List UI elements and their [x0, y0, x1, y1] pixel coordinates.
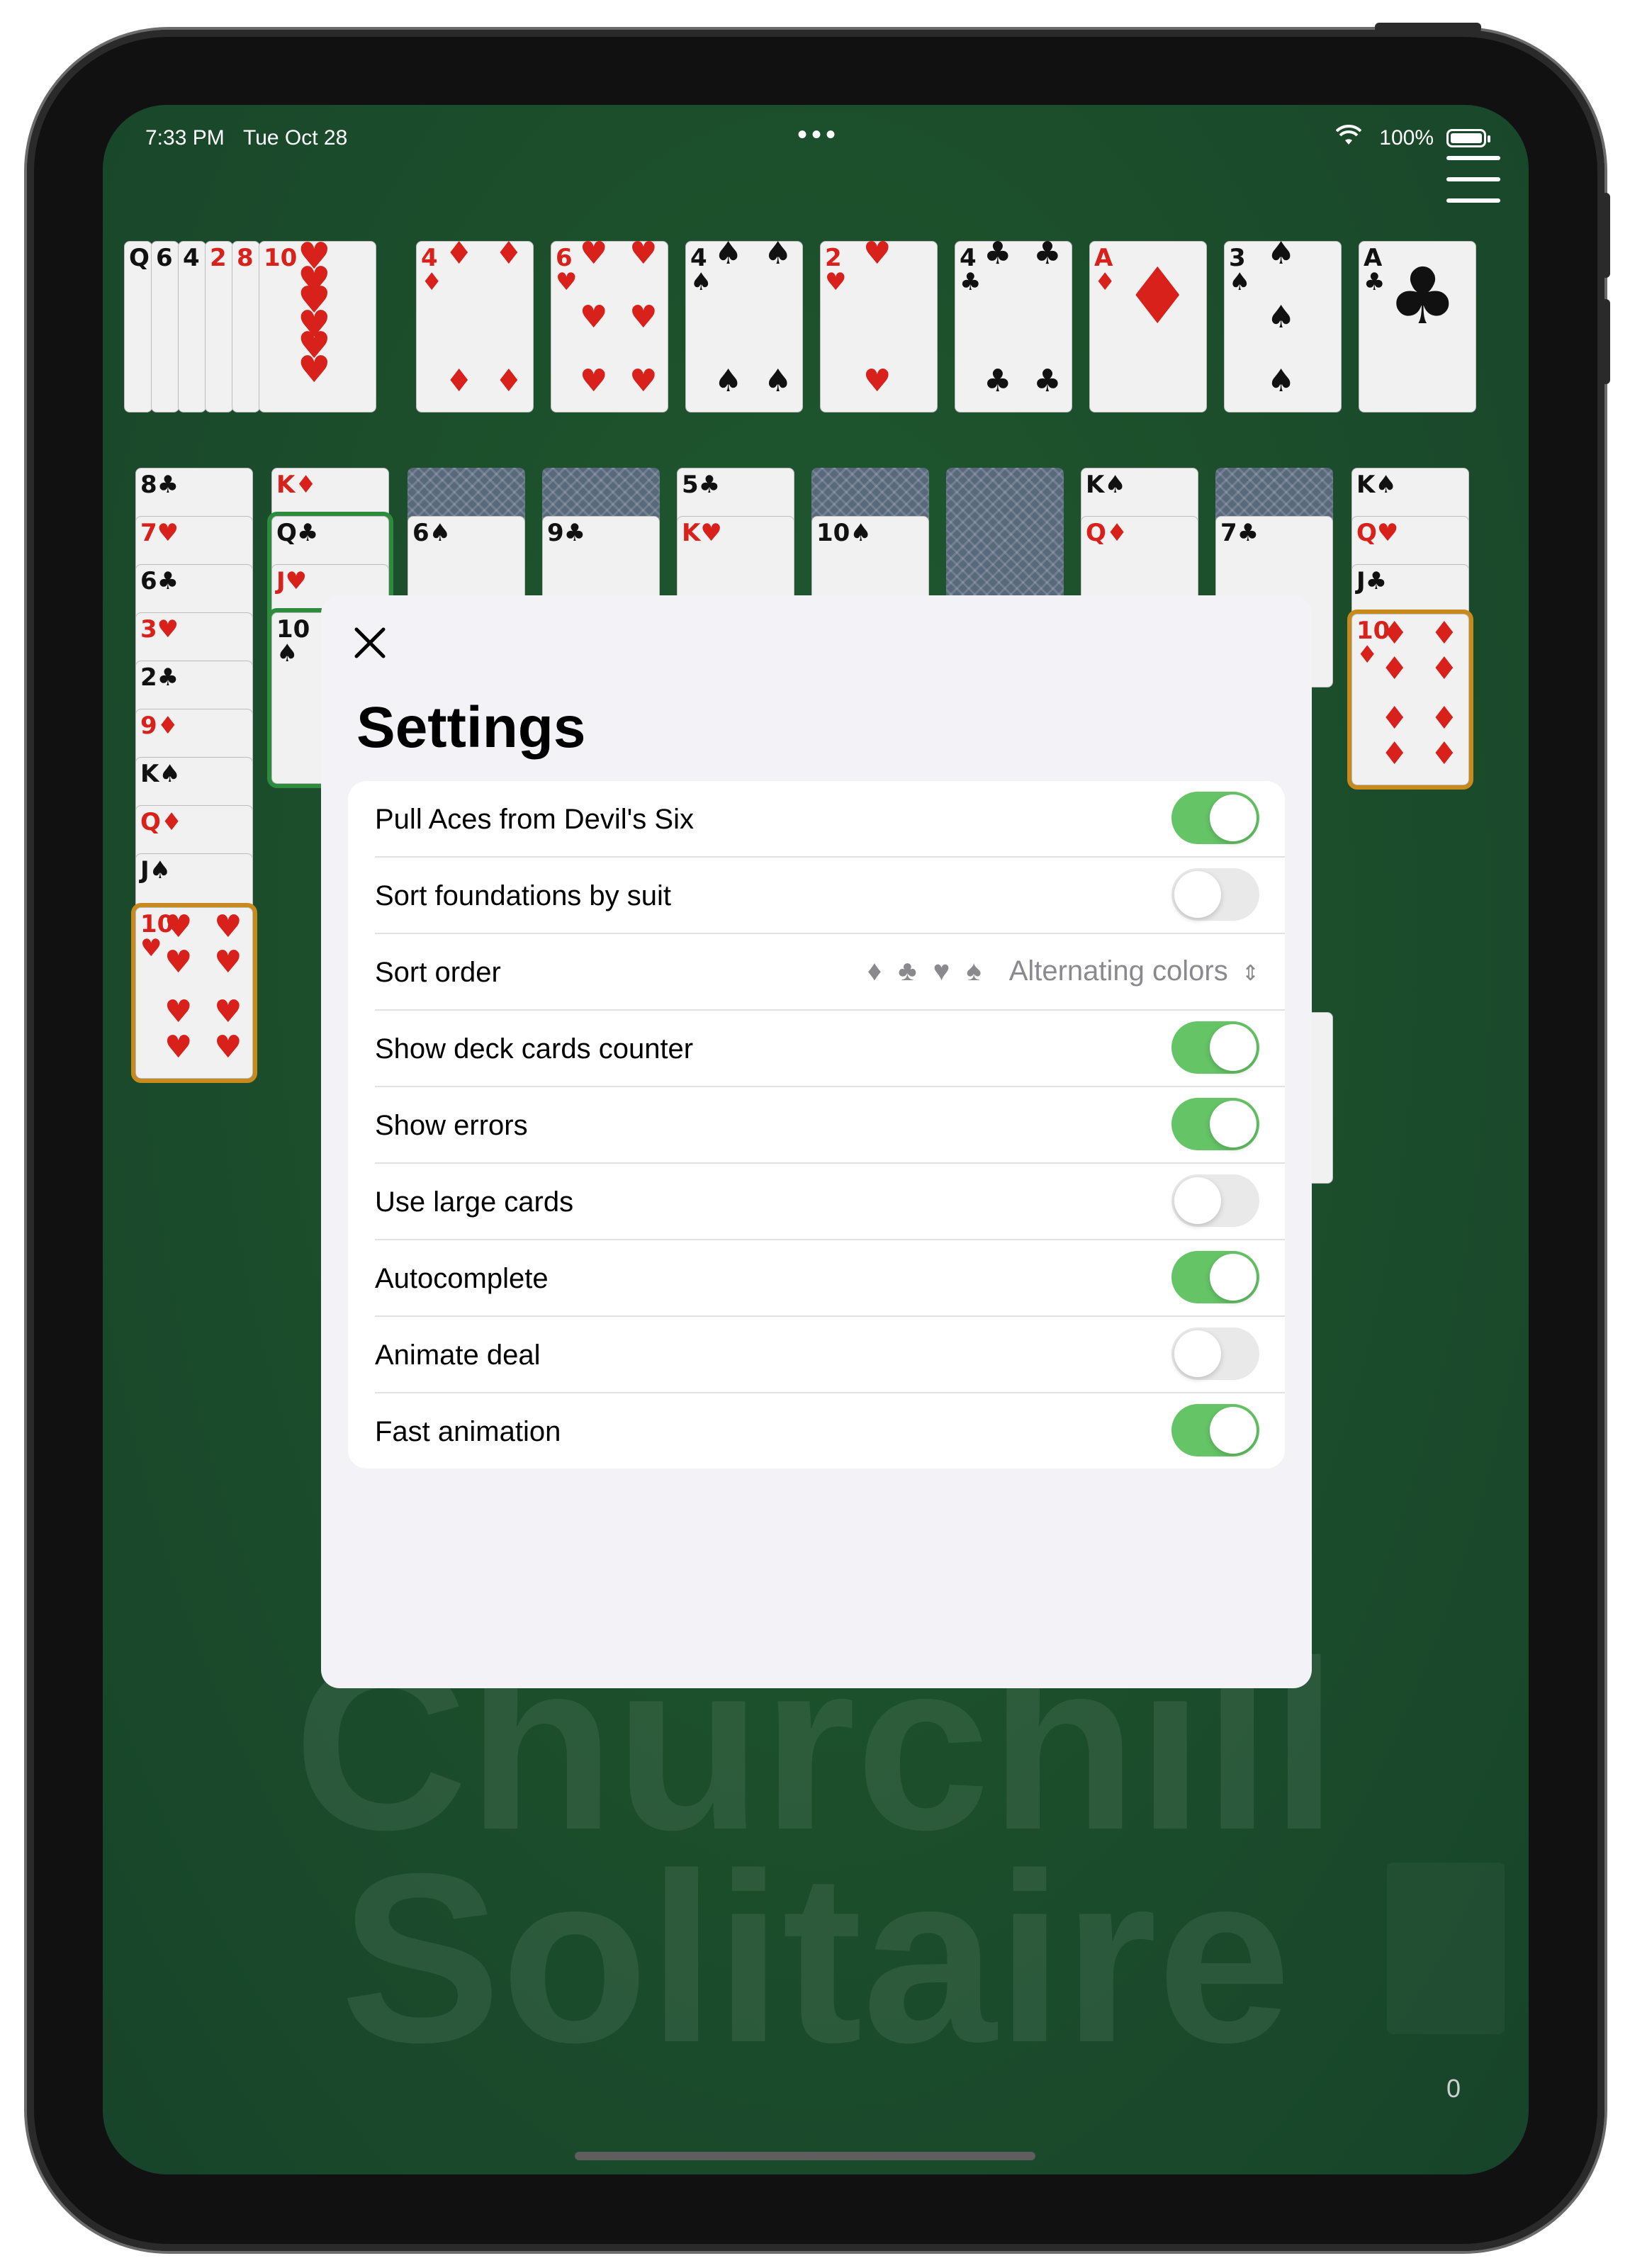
setting-label: Pull Aces from Devil's Six [375, 804, 694, 835]
deck-slot[interactable] [1387, 1863, 1505, 2034]
settings-title: Settings [356, 695, 586, 760]
devils-six-card: Q [124, 241, 152, 412]
sort-foundations-toggle[interactable] [1171, 868, 1259, 921]
foundation-card[interactable]: A ♦ ♦ [1089, 241, 1207, 412]
top-button [1375, 23, 1481, 33]
large-cards-toggle[interactable] [1171, 1174, 1259, 1227]
setting-row-large-cards[interactable]: Use large cards [375, 1164, 1285, 1240]
setting-row-sort-foundations[interactable]: Sort foundations by suit [375, 858, 1285, 934]
multitasking-dots-icon[interactable]: ••• [797, 119, 840, 151]
setting-label: Use large cards [375, 1186, 574, 1218]
foundation-card[interactable]: 4 ♣ ♣ ♣ ♣ ♣ [955, 238, 1072, 412]
animate-deal-toggle[interactable] [1171, 1327, 1259, 1380]
deck-counter-toggle[interactable] [1171, 1021, 1259, 1074]
status-time: 7:33 PM [145, 126, 225, 150]
setting-row-show-errors[interactable]: Show errors [375, 1087, 1285, 1164]
devils-six-card: 6 [151, 241, 179, 412]
close-icon[interactable] [352, 625, 388, 661]
volume-down-button [1602, 299, 1610, 384]
devils-six-card: 2 [205, 241, 233, 412]
pull-aces-toggle[interactable] [1171, 792, 1259, 844]
setting-row-deck-counter[interactable]: Show deck cards counter [375, 1011, 1285, 1087]
devils-six-card: 4 [178, 241, 206, 412]
setting-label: Show errors [375, 1110, 528, 1141]
setting-label: Fast animation [375, 1416, 561, 1447]
foundation-card[interactable]: 2 ♥ ♥ ♥ [820, 238, 938, 412]
tableau-card-selected[interactable]: 10 ♦ ♦ ♦ ♦ ♦ ♦ ♦ ♦ ♦ [1347, 610, 1473, 790]
devils-six-card[interactable]: 10 ♥ ♥ ♥ ♥ ♥ ♥ [259, 238, 376, 412]
menu-icon[interactable] [1446, 156, 1500, 203]
foundation-card[interactable]: 3 ♠ ♠ ♠ ♠ [1224, 238, 1342, 412]
settings-list: Pull Aces from Devil's Six Sort foundati… [348, 781, 1285, 1469]
setting-label: Show deck cards counter [375, 1033, 694, 1065]
setting-row-pull-aces[interactable]: Pull Aces from Devil's Six [375, 781, 1285, 858]
status-bar: 7:33 PM Tue Oct 28 ••• 100% [103, 119, 1529, 162]
wifi-icon [1336, 125, 1361, 145]
deck-counter: 0 [1446, 2074, 1461, 2103]
settings-sheet: Settings Pull Aces from Devil's Six Sort… [321, 595, 1312, 1688]
foundation-card[interactable]: A ♣ ♣ [1359, 241, 1476, 412]
setting-row-sort-order[interactable]: Sort order ♦ ♣ ♥ ♠ Alternating colors ⇕ [375, 934, 1285, 1011]
battery-icon [1446, 129, 1490, 147]
sort-order-value: Alternating colors [1008, 955, 1228, 987]
setting-row-fast-animation[interactable]: Fast animation [375, 1393, 1285, 1469]
autocomplete-toggle[interactable] [1171, 1251, 1259, 1303]
volume-up-button [1602, 193, 1610, 278]
setting-row-autocomplete[interactable]: Autocomplete [375, 1240, 1285, 1317]
show-errors-toggle[interactable] [1171, 1098, 1259, 1150]
setting-label: Animate deal [375, 1340, 541, 1371]
setting-label: Autocomplete [375, 1263, 549, 1294]
watermark-line2: Solitaire [340, 1824, 1291, 2093]
setting-label: Sort order [375, 957, 501, 988]
battery-percent: 100% [1379, 126, 1434, 150]
tableau-card-selected[interactable]: 10 ♥ ♥ ♥ ♥ ♥ ♥ ♥ ♥ ♥ [131, 903, 257, 1083]
home-indicator[interactable] [575, 2152, 1035, 2160]
fast-animation-toggle[interactable] [1171, 1404, 1259, 1456]
foundation-card[interactable]: 4 ♦ ♦ ♦ ♦ ♦ [416, 238, 534, 412]
devils-six-card: 8 [232, 241, 260, 412]
foundation-card[interactable]: 4 ♠ ♠ ♠ ♠ ♠ [685, 238, 803, 412]
status-date: Tue Oct 28 [243, 126, 348, 150]
chevron-up-down-icon: ⇕ [1241, 962, 1259, 985]
suit-order-icons: ♦ ♣ ♥ ♠ [867, 955, 986, 987]
setting-row-animate-deal[interactable]: Animate deal [375, 1317, 1285, 1393]
foundation-card[interactable]: 6 ♥ ♥ ♥ ♥ ♥ ♥ ♥ [551, 238, 668, 412]
game-screen: 7:33 PM Tue Oct 28 ••• 100% Q 6 4 2 8 10… [103, 105, 1529, 2174]
sort-order-picker[interactable]: ♦ ♣ ♥ ♠ Alternating colors ⇕ [867, 955, 1259, 987]
setting-label: Sort foundations by suit [375, 880, 672, 911]
